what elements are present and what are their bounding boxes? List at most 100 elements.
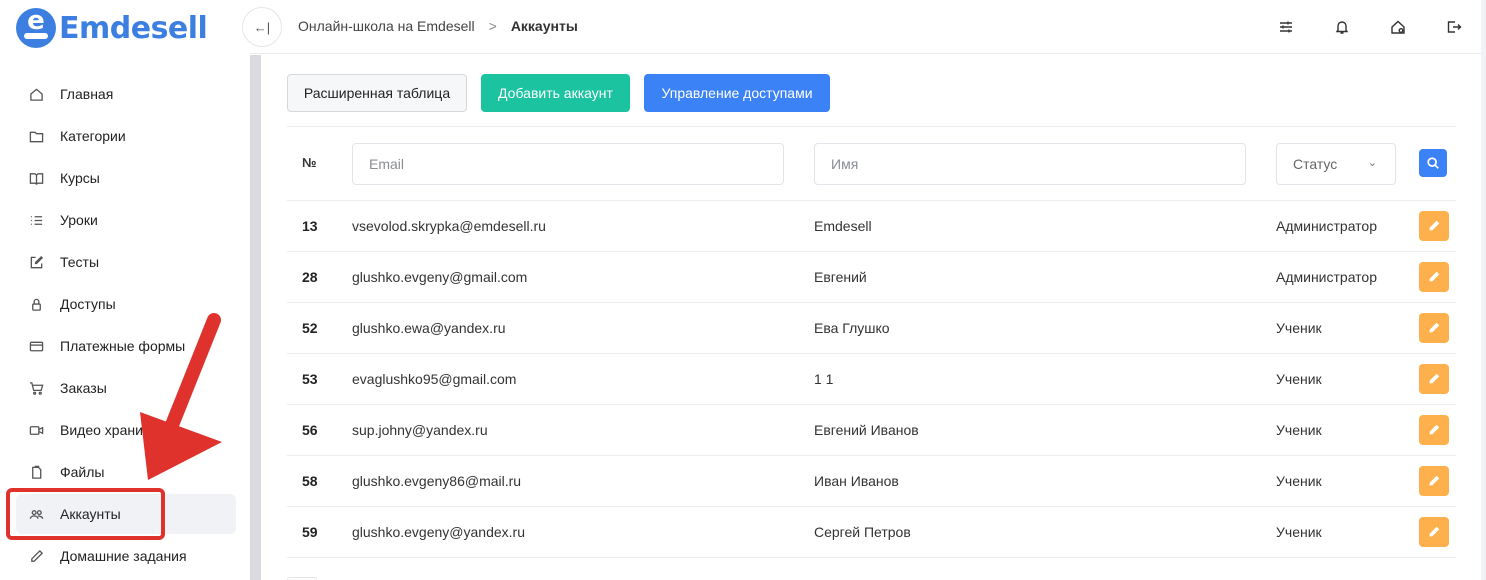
pencil-icon [1429,424,1440,435]
status-filter-select[interactable]: Статус ⌄ [1276,143,1396,185]
account-email: glushko.evgeny@yandex.ru [352,524,525,540]
account-name: Евгений Иванов [814,422,919,438]
table-row: 52 glushko.ewa@yandex.ru Ева Глушко Учен… [287,303,1456,354]
account-role: Администратор [1276,218,1378,234]
logo-icon: e [16,8,56,48]
users-icon [28,506,44,522]
account-id: 53 [302,371,318,387]
edit-account-button[interactable] [1419,313,1449,343]
sidebar-item-payment-forms[interactable]: Платежные формы [16,325,236,367]
account-name: Emdesell [814,218,872,234]
collapse-left-icon: ←| [253,19,271,35]
edit-account-button[interactable] [1419,517,1449,547]
account-id: 58 [302,473,318,489]
account-role: Ученик [1276,371,1322,387]
account-name: Сергей Петров [814,524,911,540]
email-filter-input[interactable] [352,143,784,185]
account-id: 52 [302,320,318,336]
notifications-button[interactable] [1314,14,1370,40]
breadcrumb-root-link[interactable]: Онлайн-школа на Emdesell [298,18,475,34]
chevron-right-icon: > [488,18,497,34]
account-role: Ученик [1276,524,1322,540]
sidebar: e Emdesell Главная Категории Курсы Уроки… [0,0,250,580]
bell-icon [1335,21,1349,34]
cart-icon [28,380,44,396]
logo-text: Emdesell [59,10,208,46]
account-name: Иван Иванов [814,473,899,489]
edit-account-button[interactable] [1419,466,1449,496]
sidebar-scrollbar-thumb[interactable] [250,55,261,580]
pencil-icon [1429,220,1440,231]
extended-table-button[interactable]: Расширенная таблица [287,74,467,112]
logo[interactable]: e Emdesell [16,8,208,48]
edit-account-button[interactable] [1419,262,1449,292]
school-home-button[interactable] [1370,14,1426,40]
account-id: 56 [302,422,318,438]
number-column-header: № [302,155,317,170]
sidebar-nav: Главная Категории Курсы Уроки Тесты Дост… [16,73,236,577]
add-account-button[interactable]: Добавить аккаунт [481,74,630,112]
sidebar-item-lessons[interactable]: Уроки [16,199,236,241]
account-email: evaglushko95@gmail.com [352,371,517,387]
folder-icon [28,128,44,144]
sidebar-item-tests[interactable]: Тесты [16,241,236,283]
table-row: 59 glushko.evgeny@yandex.ru Сергей Петро… [287,507,1456,558]
logout-button[interactable] [1426,14,1482,40]
account-email: glushko.evgeny@gmail.com [352,269,528,285]
sidebar-item-courses[interactable]: Курсы [16,157,236,199]
sidebar-item-files[interactable]: Файлы [16,451,236,493]
account-role: Ученик [1276,320,1322,336]
account-name: Евгений [814,269,867,285]
video-icon [28,422,44,438]
table-row: 53 evaglushko95@gmail.com 1 1 Ученик [287,354,1456,405]
account-email: vsevolod.skrypka@emdesell.ru [352,218,546,234]
pencil-icon [1429,475,1440,486]
pencil-icon [1429,373,1440,384]
sidebar-item-accounts[interactable]: Аккаунты [16,494,236,534]
table-row: 28 glushko.evgeny@gmail.com Евгений Адми… [287,252,1456,303]
account-email: glushko.ewa@yandex.ru [352,320,506,336]
name-filter-input[interactable] [814,143,1246,185]
logout-icon [1447,21,1462,33]
table-row: 58 glushko.evgeny86@mail.ru Иван Иванов … [287,456,1456,507]
account-name: 1 1 [814,371,834,387]
account-id: 13 [302,218,318,234]
sliders-icon [1280,21,1292,33]
account-name: Ева Глушко [814,320,890,336]
home-settings-icon [1391,20,1405,34]
edit-account-button[interactable] [1419,364,1449,394]
table-filter-row: № Статус ⌄ [287,127,1456,201]
sidebar-item-orders[interactable]: Заказы [16,367,236,409]
breadcrumb: Онлайн-школа на Emdesell > Аккаунты [298,18,578,34]
table-row: 13 vsevolod.skrypka@emdesell.ru Emdesell… [287,201,1456,252]
manage-access-button[interactable]: Управление доступами [644,74,830,112]
breadcrumb-current: Аккаунты [510,18,578,34]
sidebar-item-video-storage[interactable]: Видео хранилище [16,409,236,451]
pencil-icon [28,548,44,564]
account-email: sup.johny@yandex.ru [352,422,488,438]
book-icon [28,170,44,186]
search-button[interactable] [1419,149,1447,177]
sidebar-item-home[interactable]: Главная [16,73,236,115]
search-icon [1427,157,1439,169]
settings-sliders-button[interactable] [1258,14,1314,40]
account-role: Ученик [1276,422,1322,438]
sidebar-item-homework[interactable]: Домашние задания [16,535,236,577]
lock-icon [28,296,44,312]
sidebar-item-categories[interactable]: Категории [16,115,236,157]
pencil-icon [1429,526,1440,537]
pencil-icon [1429,322,1440,333]
edit-account-button[interactable] [1419,415,1449,445]
accounts-table: 13 vsevolod.skrypka@emdesell.ru Emdesell… [287,201,1456,558]
file-icon [28,464,44,480]
sidebar-item-access[interactable]: Доступы [16,283,236,325]
sidebar-collapse-button[interactable]: ←| [242,7,282,47]
home-icon [28,86,44,102]
accounts-toolbar: Расширенная таблица Добавить аккаунт Упр… [287,74,844,112]
list-icon [28,212,44,228]
account-id: 59 [302,524,318,540]
page-right-edge [1481,0,1486,580]
edit-account-button[interactable] [1419,211,1449,241]
status-filter-label: Статус [1293,156,1338,172]
top-header: ←| Онлайн-школа на Emdesell > Аккаунты [242,0,1482,54]
